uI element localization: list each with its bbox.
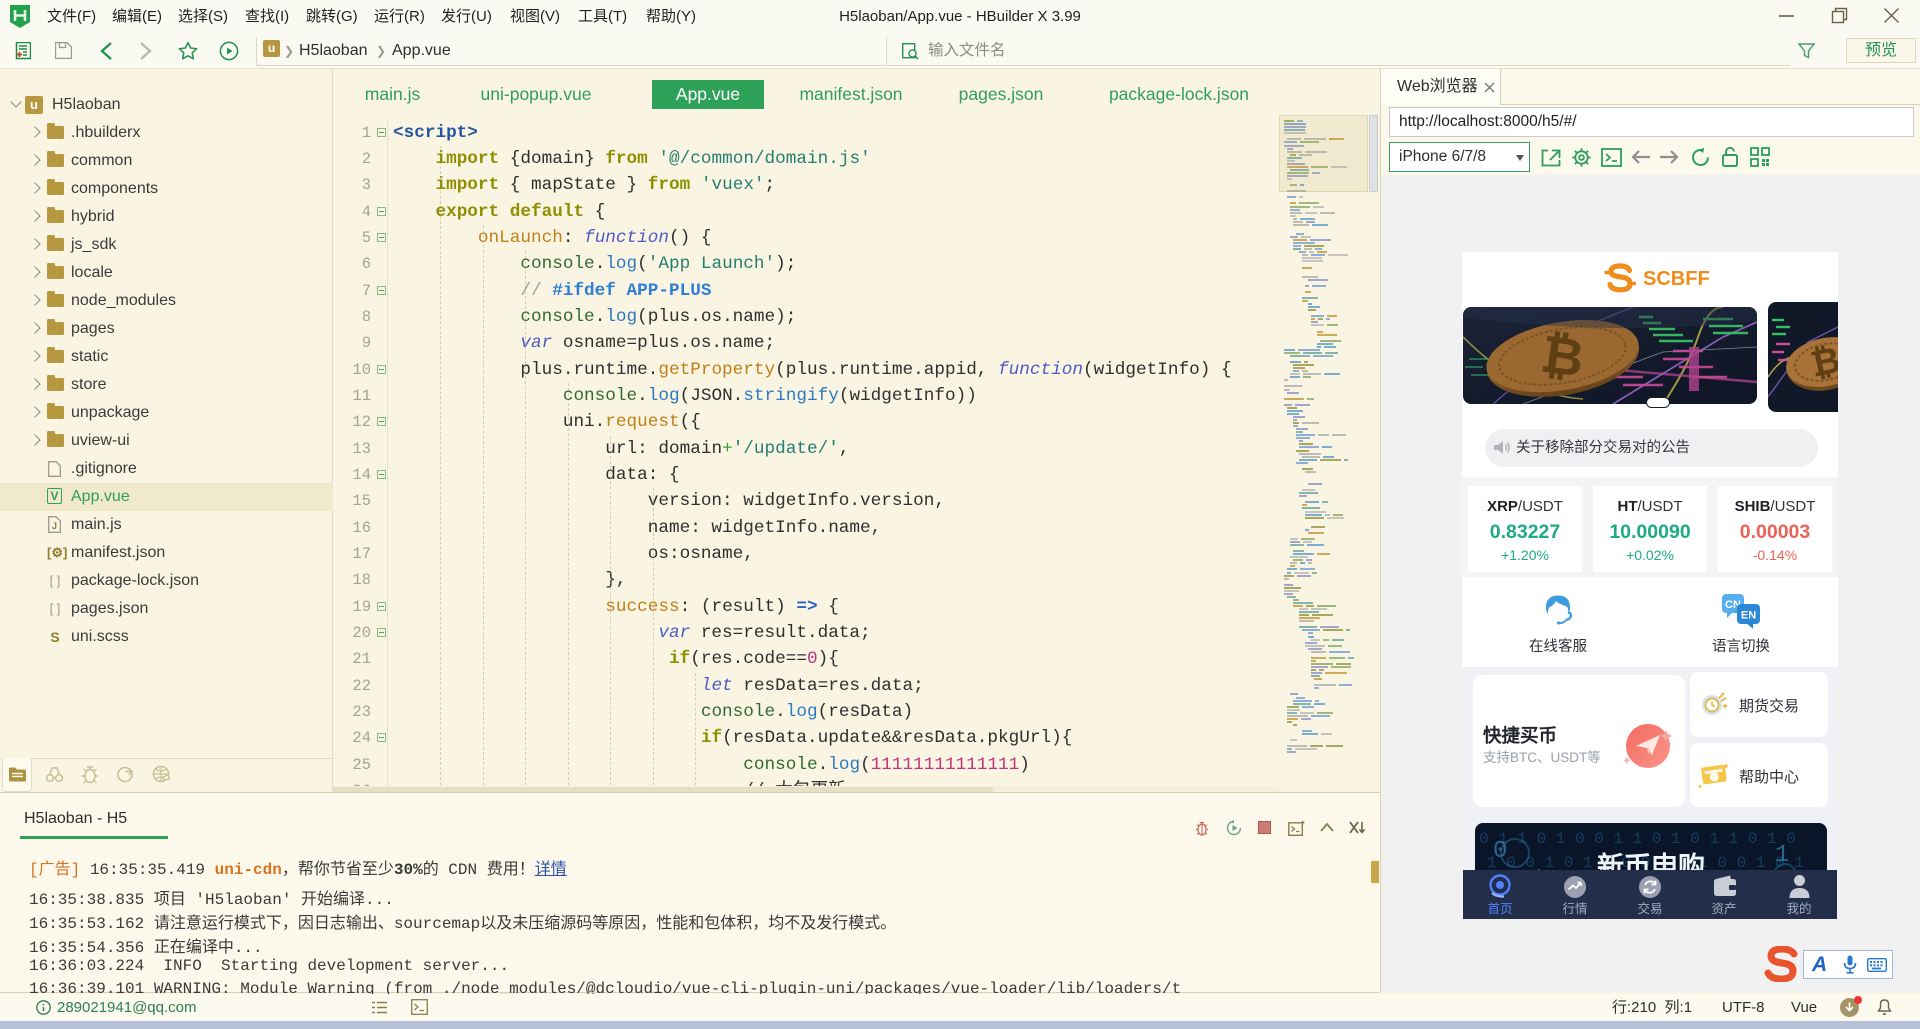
svg-text:J: J	[52, 521, 57, 531]
svg-text:EN: EN	[1741, 610, 1756, 622]
svg-text:₿: ₿	[1537, 325, 1587, 388]
